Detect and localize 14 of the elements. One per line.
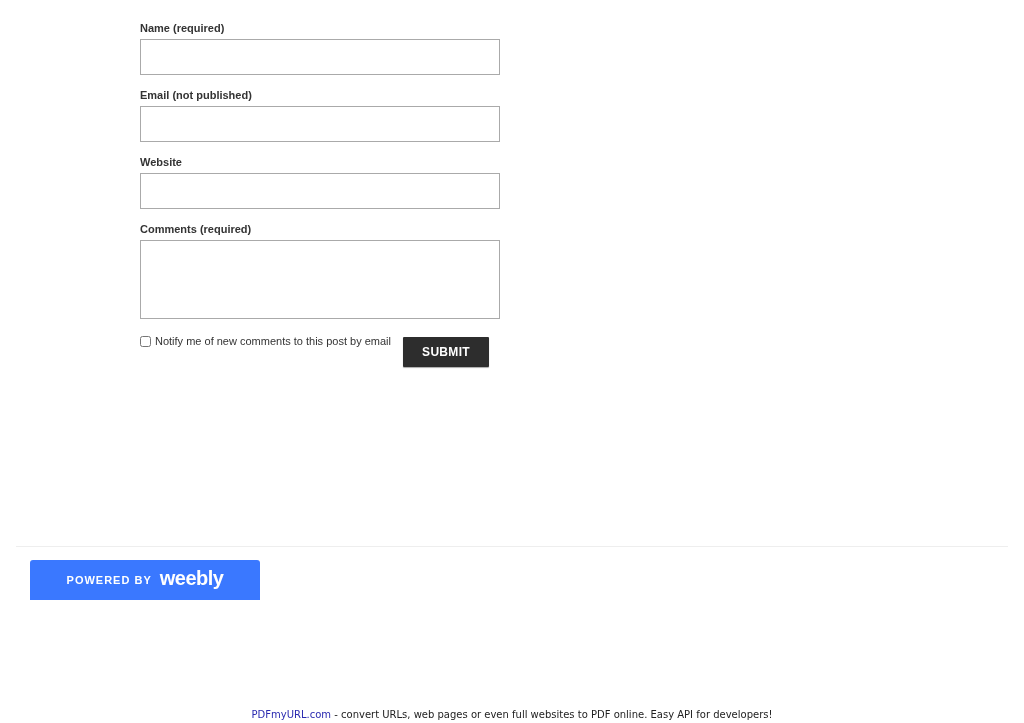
comments-field[interactable]	[140, 240, 500, 319]
field-label: Name (required)	[140, 21, 225, 35]
notify-label: Notify me of new comments to this post by email	[155, 335, 391, 347]
powered-by-badge[interactable]: POWERED BY weebly	[30, 560, 260, 600]
input-field[interactable]	[140, 39, 500, 75]
field-label: Comments (required)	[140, 222, 252, 236]
footer-text: PDFmyURL.com - convert URLs, web pages or even full websites to PDF online. Easy API for developers!	[251, 709, 773, 722]
footer-link[interactable]: PDFmyURL.com	[251, 709, 332, 720]
submit-button[interactable]: SUBMIT	[403, 337, 489, 367]
notify-checkbox[interactable]	[140, 335, 151, 347]
input-field[interactable]	[140, 173, 500, 209]
input-field[interactable]	[140, 106, 500, 142]
field-label: Website	[140, 155, 182, 169]
field-label: Email (not published)	[140, 88, 252, 102]
